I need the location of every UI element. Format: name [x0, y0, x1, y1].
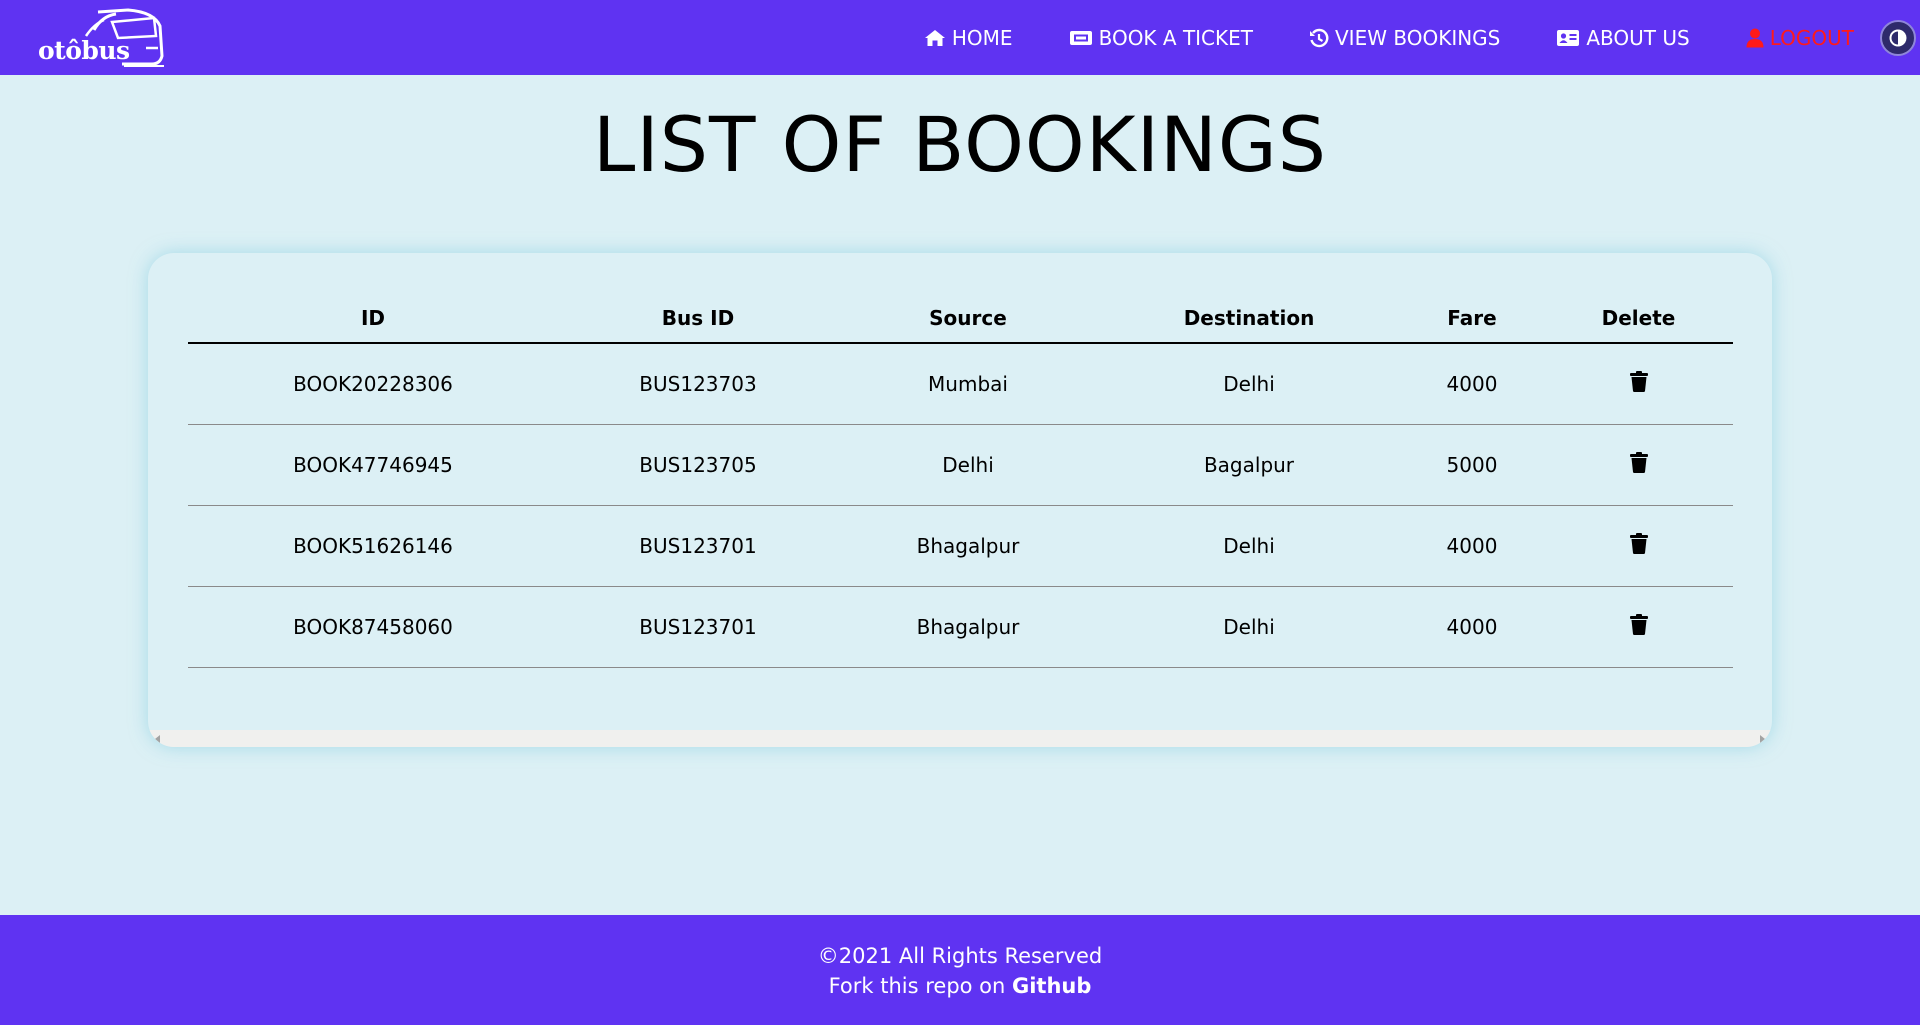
bookings-table: ID Bus ID Source Destination Fare Delete… — [188, 293, 1733, 668]
logo-text: otôbus — [38, 36, 130, 65]
delete-cell — [1544, 586, 1733, 668]
source: Delhi — [838, 424, 1098, 506]
nav-view-bookings-label: VIEW BOOKINGS — [1335, 25, 1501, 50]
delete-cell — [1544, 424, 1733, 506]
scroll-left-icon[interactable] — [155, 735, 160, 743]
table-row: BOOK20228306 BUS123703 Mumbai Delhi 4000 — [188, 343, 1733, 425]
table-row: BOOK51626146 BUS123701 Bhagalpur Delhi 4… — [188, 505, 1733, 587]
fork-text: Fork this repo on — [828, 974, 1012, 998]
user-icon — [1746, 28, 1764, 47]
trash-icon — [1629, 451, 1648, 473]
github-link[interactable]: Github — [1012, 974, 1091, 998]
bus-id: BUS123701 — [558, 586, 838, 668]
bus-id: BUS123701 — [558, 505, 838, 587]
delete-booking-button[interactable] — [1629, 451, 1648, 478]
column-header-delete: Delete — [1544, 293, 1733, 344]
nav-about-us[interactable]: ABOUT US — [1556, 25, 1690, 50]
nav-logout-label: LOGOUT — [1769, 25, 1854, 50]
theme-toggle-button[interactable] — [1880, 19, 1916, 56]
fare: 4000 — [1400, 505, 1544, 587]
column-header-source: Source — [838, 293, 1098, 344]
booking-id: BOOK20228306 — [188, 343, 558, 425]
nav-home-label: HOME — [951, 25, 1013, 50]
booking-id: BOOK87458060 — [188, 586, 558, 668]
trash-icon — [1629, 613, 1648, 635]
nav-about-us-label: ABOUT US — [1586, 25, 1690, 50]
table-header-row: ID Bus ID Source Destination Fare Delete — [188, 293, 1733, 344]
nav-view-bookings[interactable]: VIEW BOOKINGS — [1309, 26, 1500, 50]
id-card-icon — [1557, 29, 1580, 46]
column-header-bus-id: Bus ID — [558, 293, 838, 344]
destination: Delhi — [1098, 505, 1400, 587]
delete-booking-button[interactable] — [1629, 370, 1648, 397]
delete-cell — [1544, 505, 1733, 587]
table-row: BOOK47746945 BUS123705 Delhi Bagalpur 50… — [188, 424, 1733, 506]
trash-icon — [1629, 370, 1648, 392]
destination: Bagalpur — [1098, 424, 1400, 506]
column-header-destination: Destination — [1098, 293, 1400, 344]
nav-book-ticket[interactable]: BOOK A TICKET — [1069, 26, 1253, 50]
bus-id: BUS123705 — [558, 424, 838, 506]
fork-line: Fork this repo on Github — [0, 971, 1920, 1001]
fare: 5000 — [1400, 424, 1544, 506]
home-icon — [924, 29, 945, 46]
fare: 4000 — [1400, 343, 1544, 425]
nav-home[interactable]: HOME — [924, 26, 1013, 50]
delete-booking-button[interactable] — [1629, 613, 1648, 640]
footer: ©2021 All Rights Reserved Fork this repo… — [0, 915, 1920, 1025]
nav-book-ticket-label: BOOK A TICKET — [1098, 25, 1253, 50]
scroll-right-icon[interactable] — [1760, 735, 1765, 743]
source: Mumbai — [838, 343, 1098, 425]
delete-cell — [1544, 343, 1733, 425]
ticket-icon — [1069, 30, 1092, 45]
copyright-text: ©2021 All Rights Reserved — [817, 944, 1103, 968]
source: Bhagalpur — [838, 505, 1098, 587]
delete-booking-button[interactable] — [1629, 532, 1648, 559]
trash-icon — [1629, 532, 1648, 554]
column-header-fare: Fare — [1400, 293, 1544, 344]
booking-id: BOOK47746945 — [188, 424, 558, 506]
nav-logout[interactable]: LOGOUT — [1746, 26, 1854, 50]
bookings-card: ID Bus ID Source Destination Fare Delete… — [148, 253, 1772, 747]
table-row: BOOK87458060 BUS123701 Bhagalpur Delhi 4… — [188, 586, 1733, 668]
bus-id: BUS123703 — [558, 343, 838, 425]
history-icon — [1310, 28, 1329, 47]
destination: Delhi — [1098, 343, 1400, 425]
column-header-id: ID — [188, 293, 558, 344]
destination: Delhi — [1098, 586, 1400, 668]
page-title: LIST OF BOOKINGS — [593, 100, 1327, 189]
navbar: otôbus HOME BOOK A TICKET VIEW BOOKINGS — [0, 0, 1920, 75]
fare: 4000 — [1400, 586, 1544, 668]
contrast-icon — [1889, 29, 1907, 46]
horizontal-scrollbar[interactable] — [148, 730, 1772, 747]
booking-id: BOOK51626146 — [188, 505, 558, 587]
source: Bhagalpur — [838, 586, 1098, 668]
logo[interactable]: otôbus — [36, 8, 170, 68]
